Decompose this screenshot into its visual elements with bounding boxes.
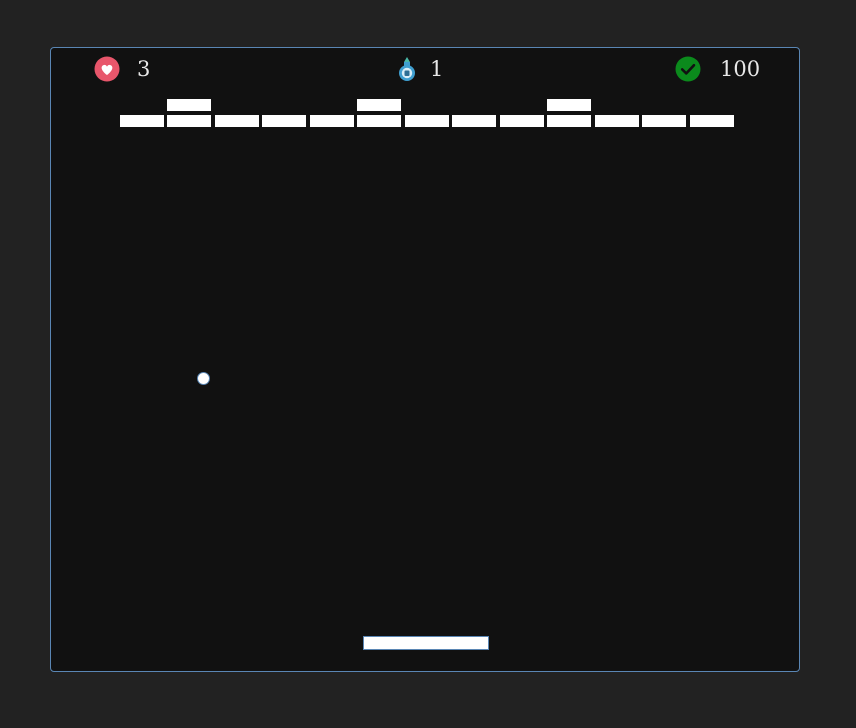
brick [452,115,496,127]
potion-bottle-icon [397,56,423,82]
brick [595,115,639,127]
brick [310,115,354,127]
lives-value: 3 [137,56,151,81]
score-value: 100 [720,56,761,81]
level-value: 1 [430,56,444,81]
paddle[interactable] [363,636,489,650]
hud-bar: 3 1 100 [51,48,799,92]
brick [262,115,306,127]
checkmark-icon [675,56,701,82]
brick [642,115,686,127]
brick [500,115,544,127]
brick [120,115,164,127]
brick [405,115,449,127]
level-counter: 1 [397,55,443,83]
brick [167,99,211,111]
brick [357,99,401,111]
ball [197,372,210,385]
heart-icon [94,56,120,82]
brick [357,115,401,127]
brick [215,115,259,127]
game-board[interactable]: 3 1 100 [50,47,800,672]
brick [547,115,591,127]
brick [690,115,734,127]
brick [167,115,211,127]
brick [547,99,591,111]
lives-counter: 3 [94,55,150,83]
score-counter: 100 [675,55,760,83]
